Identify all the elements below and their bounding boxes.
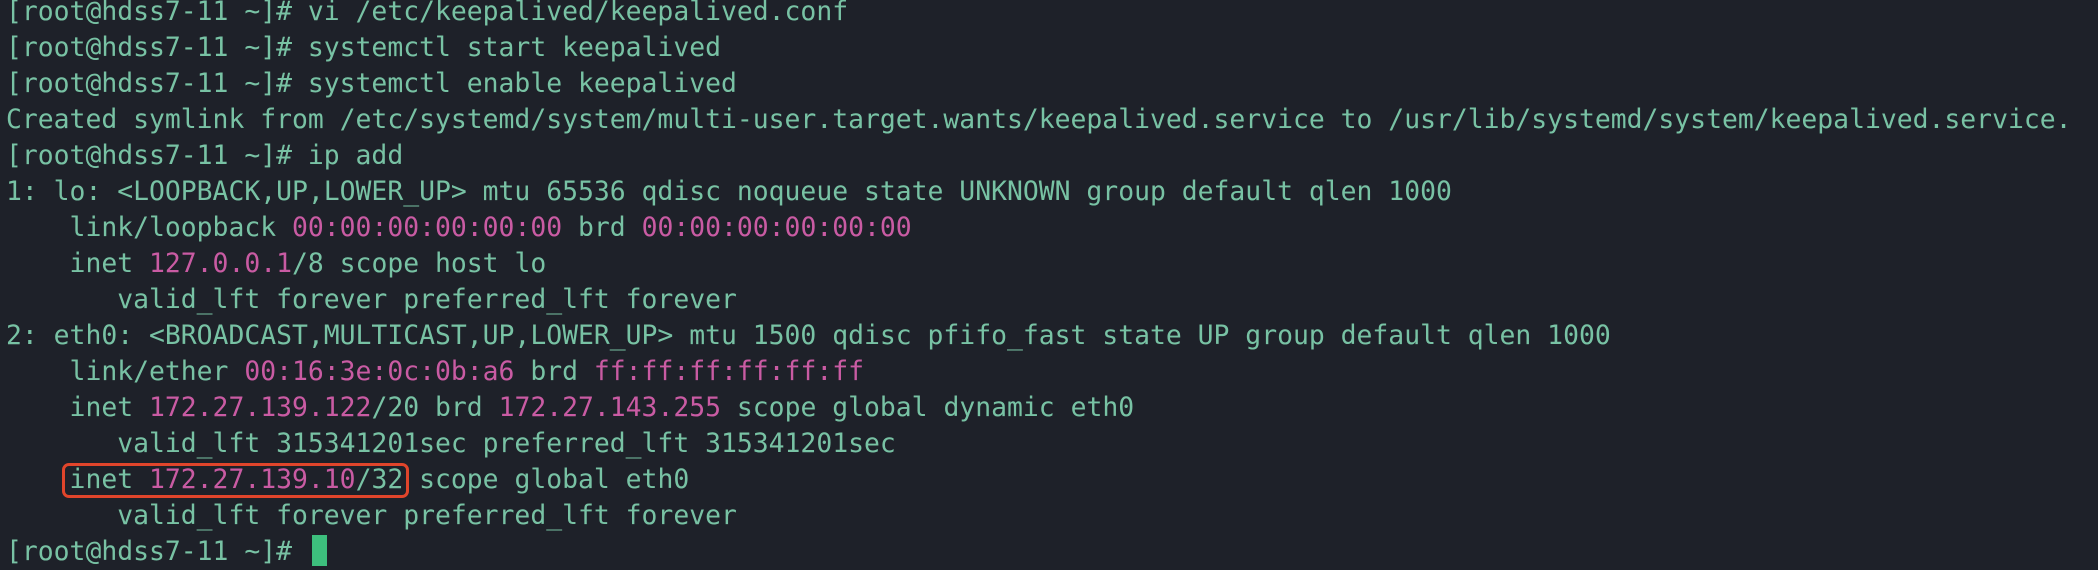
command-line-start: [root@hdss7-11 ~]# systemctl start keepa… <box>6 30 721 66</box>
prompt-command: [root@hdss7-11 ~]# ip add <box>6 140 404 171</box>
command-line-enable: [root@hdss7-11 ~]# systemctl enable keep… <box>6 66 737 102</box>
output-text: link/ether <box>6 356 245 387</box>
output-lo-header: 1: lo: <LOOPBACK,UP,LOWER_UP> mtu 65536 … <box>6 174 1452 210</box>
prompt-command: [root@hdss7-11 ~]# vi /etc/keepalived/ke… <box>6 0 849 27</box>
output-eth0-valid: valid_lft 315341201sec preferred_lft 315… <box>6 426 896 462</box>
output-lo-link: link/loopback 00:00:00:00:00:00 brd 00:0… <box>6 210 912 246</box>
output-eth0-header: 2: eth0: <BROADCAST,MULTICAST,UP,LOWER_U… <box>6 318 1611 354</box>
output-text: valid_lft 315341201sec preferred_lft 315… <box>6 428 896 459</box>
output-text: Created symlink from /etc/systemd/system… <box>6 104 2072 135</box>
prompt-command: [root@hdss7-11 ~]# systemctl start keepa… <box>6 32 721 63</box>
output-text: scope global dynamic eth0 <box>721 392 1135 423</box>
vip-highlight-box <box>61 463 410 498</box>
prompt-command: [root@hdss7-11 ~]# systemctl enable keep… <box>6 68 737 99</box>
output-text: brd <box>514 356 594 387</box>
broadcast-address: 00:00:00:00:00:00 <box>641 212 912 243</box>
output-lo-inet: inet 127.0.0.1/8 scope host lo <box>6 246 547 282</box>
broadcast-address: 172.27.143.255 <box>498 392 722 423</box>
output-text: valid_lft forever preferred_lft forever <box>6 500 737 531</box>
output-text: brd <box>562 212 642 243</box>
output-symlink: Created symlink from /etc/systemd/system… <box>6 102 2072 138</box>
ip-address: 127.0.0.1 <box>149 248 292 279</box>
output-text: inet <box>6 248 149 279</box>
output-text: /8 scope host lo <box>292 248 547 279</box>
output-eth0-inet: inet 172.27.139.122/20 brd 172.27.143.25… <box>6 390 1135 426</box>
output-vip-valid: valid_lft forever preferred_lft forever <box>6 498 737 534</box>
output-text: /20 brd <box>371 392 499 423</box>
ip-address: 172.27.139.122 <box>149 392 372 423</box>
output-lo-valid: valid_lft forever preferred_lft forever <box>6 282 737 318</box>
text-cursor <box>311 534 327 566</box>
output-text: 1: lo: <LOOPBACK,UP,LOWER_UP> mtu 65536 … <box>6 176 1452 207</box>
output-eth0-link: link/ether 00:16:3e:0c:0b:a6 brd ff:ff:f… <box>6 354 864 390</box>
output-text: valid_lft forever preferred_lft forever <box>6 284 737 315</box>
command-line-vi: [root@hdss7-11 ~]# vi /etc/keepalived/ke… <box>6 0 848 30</box>
prompt: [root@hdss7-11 ~]# <box>6 536 308 567</box>
terminal-window[interactable]: [root@hdss7-11 ~]# vi /etc/keepalived/ke… <box>0 0 2098 570</box>
output-text: inet <box>6 392 149 423</box>
command-line-ip-add: [root@hdss7-11 ~]# ip add <box>6 138 403 174</box>
output-text: link/loopback <box>6 212 292 243</box>
prompt-line-current[interactable]: [root@hdss7-11 ~]# <box>6 534 327 570</box>
output-text: 2: eth0: <BROADCAST,MULTICAST,UP,LOWER_U… <box>6 320 1611 351</box>
mac-address: 00:16:3e:0c:0b:a6 <box>244 356 515 387</box>
broadcast-address: ff:ff:ff:ff:ff:ff <box>593 356 864 387</box>
mac-address: 00:00:00:00:00:00 <box>292 212 563 243</box>
